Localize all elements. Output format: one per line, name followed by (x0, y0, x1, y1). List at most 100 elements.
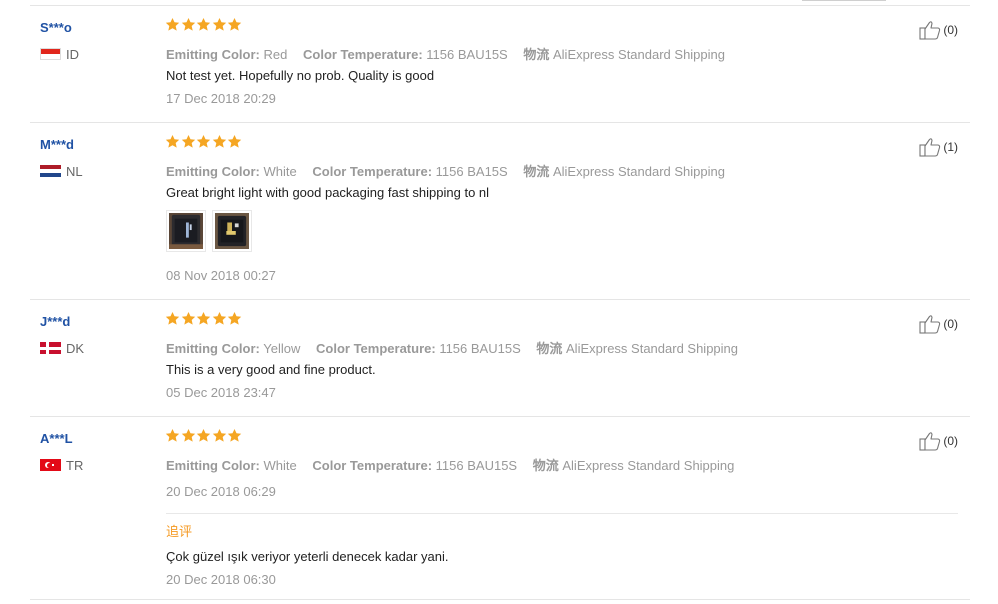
indonesia-flag-icon (40, 48, 61, 60)
reviewer-name[interactable]: A***L (40, 431, 73, 446)
additional-feedback-divider (166, 513, 958, 514)
top-tab-edge (802, 0, 886, 1)
country-code: DK (66, 340, 85, 356)
product-attributes: Emitting Color: Red Color Temperature: 1… (166, 44, 725, 63)
star-icon (212, 311, 227, 326)
helpful-count: (0) (943, 317, 958, 331)
star-icon (227, 428, 242, 443)
logistics-label: 物流 (536, 341, 563, 356)
emitting-color-value: Yellow (263, 341, 301, 356)
color-temperature-label: Color Temperature: (316, 341, 436, 356)
denmark-flag-icon (40, 342, 61, 354)
additional-feedback-date: 20 Dec 2018 06:30 (166, 572, 276, 587)
helpful-button[interactable]: (0) (919, 431, 958, 451)
thumbs-up-icon[interactable] (919, 137, 941, 157)
color-temperature-value: 1156 BAU15S (426, 47, 508, 62)
emitting-color-label: Emitting Color: (166, 341, 260, 356)
shipping-method: AliExpress Standard Shipping (562, 458, 735, 473)
country-code: NL (66, 163, 83, 179)
review-photo-thumbnail[interactable] (212, 210, 252, 252)
star-icon (196, 428, 211, 443)
shipping-method: AliExpress Standard Shipping (553, 47, 725, 62)
helpful-count: (1) (943, 140, 958, 154)
star-icon (181, 134, 196, 149)
emitting-color-label: Emitting Color: (166, 164, 260, 179)
color-temperature-value: 1156 BAU15S (439, 341, 521, 356)
star-icon (165, 134, 180, 149)
logistics-label: 物流 (532, 458, 559, 473)
review-date: 05 Dec 2018 23:47 (166, 385, 276, 400)
reviewer-name[interactable]: S***o (40, 20, 72, 35)
reviewer-country: ID (40, 46, 79, 62)
reviewer-name[interactable]: J***d (40, 314, 70, 329)
product-attributes: Emitting Color: White Color Temperature:… (166, 455, 734, 474)
review-date: 20 Dec 2018 06:29 (166, 484, 276, 499)
product-attributes: Emitting Color: White Color Temperature:… (166, 161, 725, 180)
thumbs-up-icon[interactable] (919, 314, 941, 334)
star-icon (212, 17, 227, 32)
review-item: A***L TR Emitting Color: White Color Tem… (30, 417, 970, 600)
review-text: Not test yet. Hopefully no prob. Quality… (166, 68, 435, 83)
color-temperature-value: 1156 BA15S (435, 164, 508, 179)
review-text: Great bright light with good packaging f… (166, 185, 490, 200)
photo-1[interactable] (169, 213, 203, 249)
emitting-color-value: White (263, 164, 297, 179)
star-rating (165, 17, 243, 32)
review-text: This is a very good and fine product. (166, 362, 376, 377)
helpful-button[interactable]: (1) (919, 137, 958, 157)
star-icon (227, 311, 242, 326)
star-icon (212, 134, 227, 149)
review-date: 08 Nov 2018 00:27 (166, 268, 276, 283)
photo-2[interactable] (215, 213, 249, 249)
star-icon (181, 428, 196, 443)
reviewer-country: TR (40, 457, 83, 473)
review-item: M***d NL Emitting Color: White Color Tem… (30, 123, 970, 300)
turkey-flag-icon (40, 459, 61, 471)
logistics-label: 物流 (523, 47, 550, 62)
review-photos (166, 210, 258, 252)
star-icon (165, 311, 180, 326)
reviewer-country: DK (40, 340, 84, 356)
helpful-count: (0) (943, 434, 958, 448)
product-attributes: Emitting Color: Yellow Color Temperature… (166, 338, 738, 357)
review-date: 17 Dec 2018 20:29 (166, 91, 276, 106)
reviewer-name[interactable]: M***d (40, 137, 74, 152)
helpful-button[interactable]: (0) (919, 314, 958, 334)
emitting-color-value: Red (263, 47, 288, 62)
star-icon (165, 428, 180, 443)
logistics-label: 物流 (523, 164, 550, 179)
additional-feedback-label: 追评 (166, 524, 193, 539)
star-rating (165, 311, 243, 326)
star-icon (181, 17, 196, 32)
star-icon (227, 17, 242, 32)
reviewer-country: NL (40, 163, 83, 179)
netherlands-flag-icon (40, 165, 61, 177)
color-temperature-label: Color Temperature: (312, 458, 433, 473)
country-code: ID (66, 46, 79, 62)
star-icon (227, 134, 242, 149)
star-icon (181, 311, 196, 326)
color-temperature-label: Color Temperature: (303, 47, 423, 62)
star-icon (196, 134, 211, 149)
emitting-color-label: Emitting Color: (166, 47, 260, 62)
shipping-method: AliExpress Standard Shipping (552, 164, 725, 179)
star-rating (165, 134, 243, 149)
thumbs-up-icon[interactable] (919, 20, 941, 40)
star-icon (196, 17, 211, 32)
helpful-button[interactable]: (0) (919, 20, 958, 40)
helpful-count: (0) (943, 23, 958, 37)
additional-feedback-text: Çok güzel ışık veriyor yeterli denecek k… (166, 549, 449, 564)
star-icon (196, 311, 211, 326)
star-rating (165, 428, 243, 443)
thumbs-up-icon[interactable] (919, 431, 941, 451)
review-photo-thumbnail[interactable] (166, 210, 206, 252)
emitting-color-value: White (263, 458, 297, 473)
review-item: S***o ID Emitting Color: Red Color Tempe… (30, 6, 970, 123)
color-temperature-value: 1156 BAU15S (435, 458, 518, 473)
country-code: TR (66, 457, 84, 473)
star-icon (165, 17, 180, 32)
star-icon (212, 428, 227, 443)
emitting-color-label: Emitting Color: (166, 458, 260, 473)
color-temperature-label: Color Temperature: (312, 164, 433, 179)
shipping-method: AliExpress Standard Shipping (566, 341, 739, 356)
